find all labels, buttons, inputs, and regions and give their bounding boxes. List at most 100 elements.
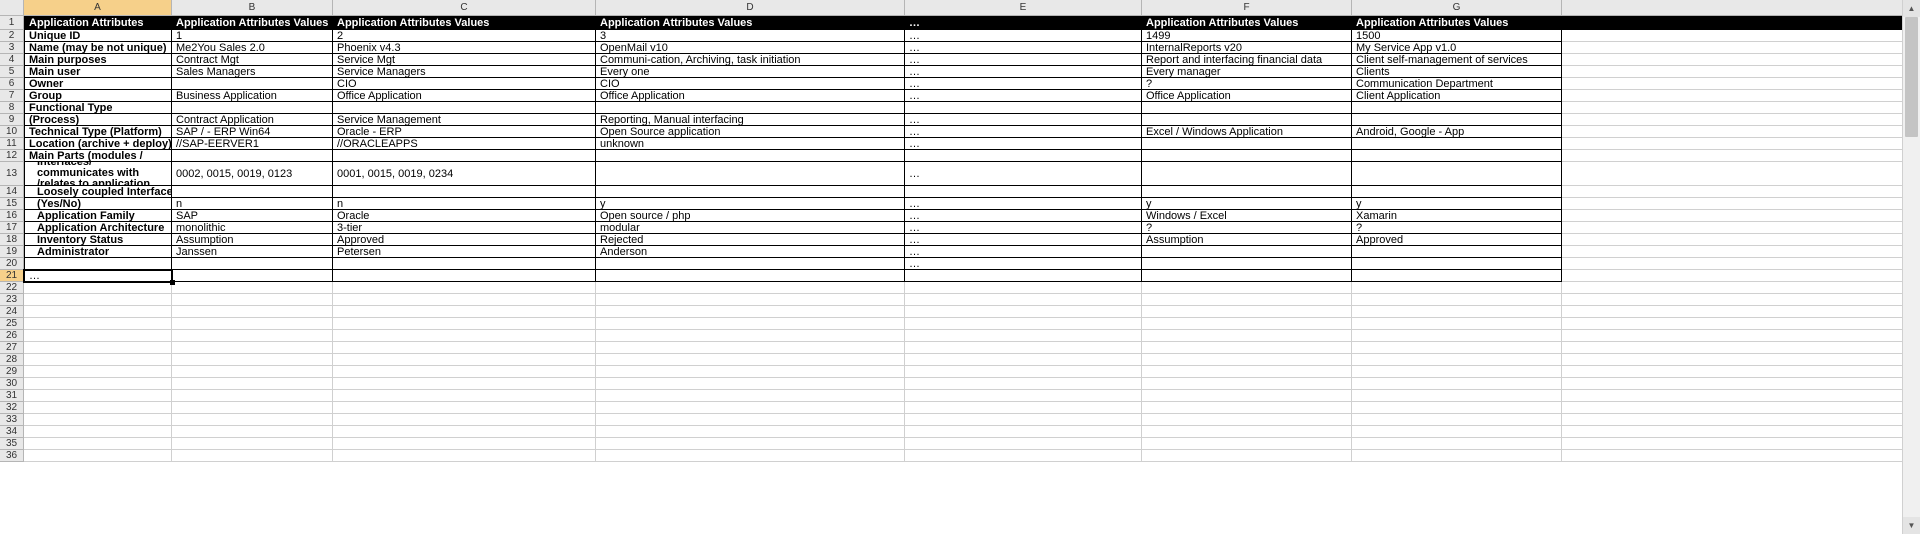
cell-B17[interactable]: monolithic [172,222,333,234]
scroll-down-button[interactable]: ▼ [1903,517,1920,534]
cell-A33[interactable] [24,414,172,426]
cell-E4[interactable]: … [905,54,1142,66]
cell-A27[interactable] [24,342,172,354]
cell-D13[interactable] [596,162,905,186]
cell-F8[interactable] [1142,102,1352,114]
cell-C10[interactable]: Oracle - ERP [333,126,596,138]
cell-C3[interactable]: Phoenix v4.3 [333,42,596,54]
cell-B6[interactable] [172,78,333,90]
cell-G14[interactable] [1352,186,1562,198]
row-header-20[interactable]: 20 [0,258,24,270]
cell-E34[interactable] [905,426,1142,438]
column-header-B[interactable]: B [172,0,333,16]
cell-E24[interactable] [905,306,1142,318]
row-header-4[interactable]: 4 [0,54,24,66]
cell-B5[interactable]: Sales Managers [172,66,333,78]
cell-F13[interactable] [1142,162,1352,186]
cell-G30[interactable] [1352,378,1562,390]
cell-E16[interactable]: … [905,210,1142,222]
cell-B23[interactable] [172,294,333,306]
cell-F1[interactable]: Application Attributes Values [1142,16,1352,30]
cell-A25[interactable] [24,318,172,330]
cell-E9[interactable]: … [905,114,1142,126]
cell-C9[interactable]: Service Management [333,114,596,126]
cell-C22[interactable] [333,282,596,294]
cell-F24[interactable] [1142,306,1352,318]
cell-C4[interactable]: Service Mgt [333,54,596,66]
row-header-29[interactable]: 29 [0,366,24,378]
cell-B22[interactable] [172,282,333,294]
cell-B26[interactable] [172,330,333,342]
cell-D32[interactable] [596,402,905,414]
row-header-1[interactable]: 1 [0,16,24,30]
cell-B32[interactable] [172,402,333,414]
cell-F11[interactable] [1142,138,1352,150]
cell-A32[interactable] [24,402,172,414]
cell-B30[interactable] [172,378,333,390]
cell-E25[interactable] [905,318,1142,330]
cell-D12[interactable] [596,150,905,162]
cell-G22[interactable] [1352,282,1562,294]
cell-D6[interactable]: CIO [596,78,905,90]
cell-F26[interactable] [1142,330,1352,342]
scroll-thumb[interactable] [1905,17,1918,137]
cell-B4[interactable]: Contract Mgt [172,54,333,66]
cell-B2[interactable]: 1 [172,30,333,42]
cell-G26[interactable] [1352,330,1562,342]
cell-A12[interactable]: Main Parts (modules / [24,150,172,162]
cell-C26[interactable] [333,330,596,342]
cell-F21[interactable] [1142,270,1352,282]
column-header-C[interactable]: C [333,0,596,16]
cell-C30[interactable] [333,378,596,390]
cell-D31[interactable] [596,390,905,402]
row-header-17[interactable]: 17 [0,222,24,234]
cell-A23[interactable] [24,294,172,306]
cell-C21[interactable] [333,270,596,282]
cell-B8[interactable] [172,102,333,114]
cell-D36[interactable] [596,450,905,462]
cell-G19[interactable] [1352,246,1562,258]
cell-D33[interactable] [596,414,905,426]
cell-E6[interactable]: … [905,78,1142,90]
cell-F33[interactable] [1142,414,1352,426]
cell-F19[interactable] [1142,246,1352,258]
cell-C7[interactable]: Office Application [333,90,596,102]
cell-B15[interactable]: n [172,198,333,210]
cell-C5[interactable]: Service Managers [333,66,596,78]
cell-G25[interactable] [1352,318,1562,330]
cell-A7[interactable]: Group [24,90,172,102]
cell-G28[interactable] [1352,354,1562,366]
cell-F6[interactable]: ? [1142,78,1352,90]
cell-A1[interactable]: Application Attributes [24,16,172,30]
cell-B18[interactable]: Assumption [172,234,333,246]
cell-B14[interactable] [172,186,333,198]
cell-A9[interactable]: (Process) [24,114,172,126]
row-header-27[interactable]: 27 [0,342,24,354]
vertical-scrollbar[interactable]: ▲ ▼ [1902,0,1920,534]
row-header-31[interactable]: 31 [0,390,24,402]
cell-A2[interactable]: Unique ID [24,30,172,42]
cell-E8[interactable] [905,102,1142,114]
cell-C23[interactable] [333,294,596,306]
cell-E5[interactable]: … [905,66,1142,78]
cell-E18[interactable]: … [905,234,1142,246]
cell-E30[interactable] [905,378,1142,390]
cell-D28[interactable] [596,354,905,366]
cell-G6[interactable]: Communication Department [1352,78,1562,90]
cell-E20[interactable]: … [905,258,1142,270]
cell-C1[interactable]: Application Attributes Values [333,16,596,30]
cell-D30[interactable] [596,378,905,390]
cell-E14[interactable] [905,186,1142,198]
cell-E13[interactable]: … [905,162,1142,186]
cell-C32[interactable] [333,402,596,414]
row-header-25[interactable]: 25 [0,318,24,330]
cell-G9[interactable] [1352,114,1562,126]
cell-F9[interactable] [1142,114,1352,126]
cell-B24[interactable] [172,306,333,318]
cell-B29[interactable] [172,366,333,378]
cell-C35[interactable] [333,438,596,450]
cell-B13[interactable]: 0002, 0015, 0019, 0123 [172,162,333,186]
cell-A31[interactable] [24,390,172,402]
cell-E26[interactable] [905,330,1142,342]
cell-A13[interactable]: Interfaces/ communicates with /relates t… [24,162,172,186]
